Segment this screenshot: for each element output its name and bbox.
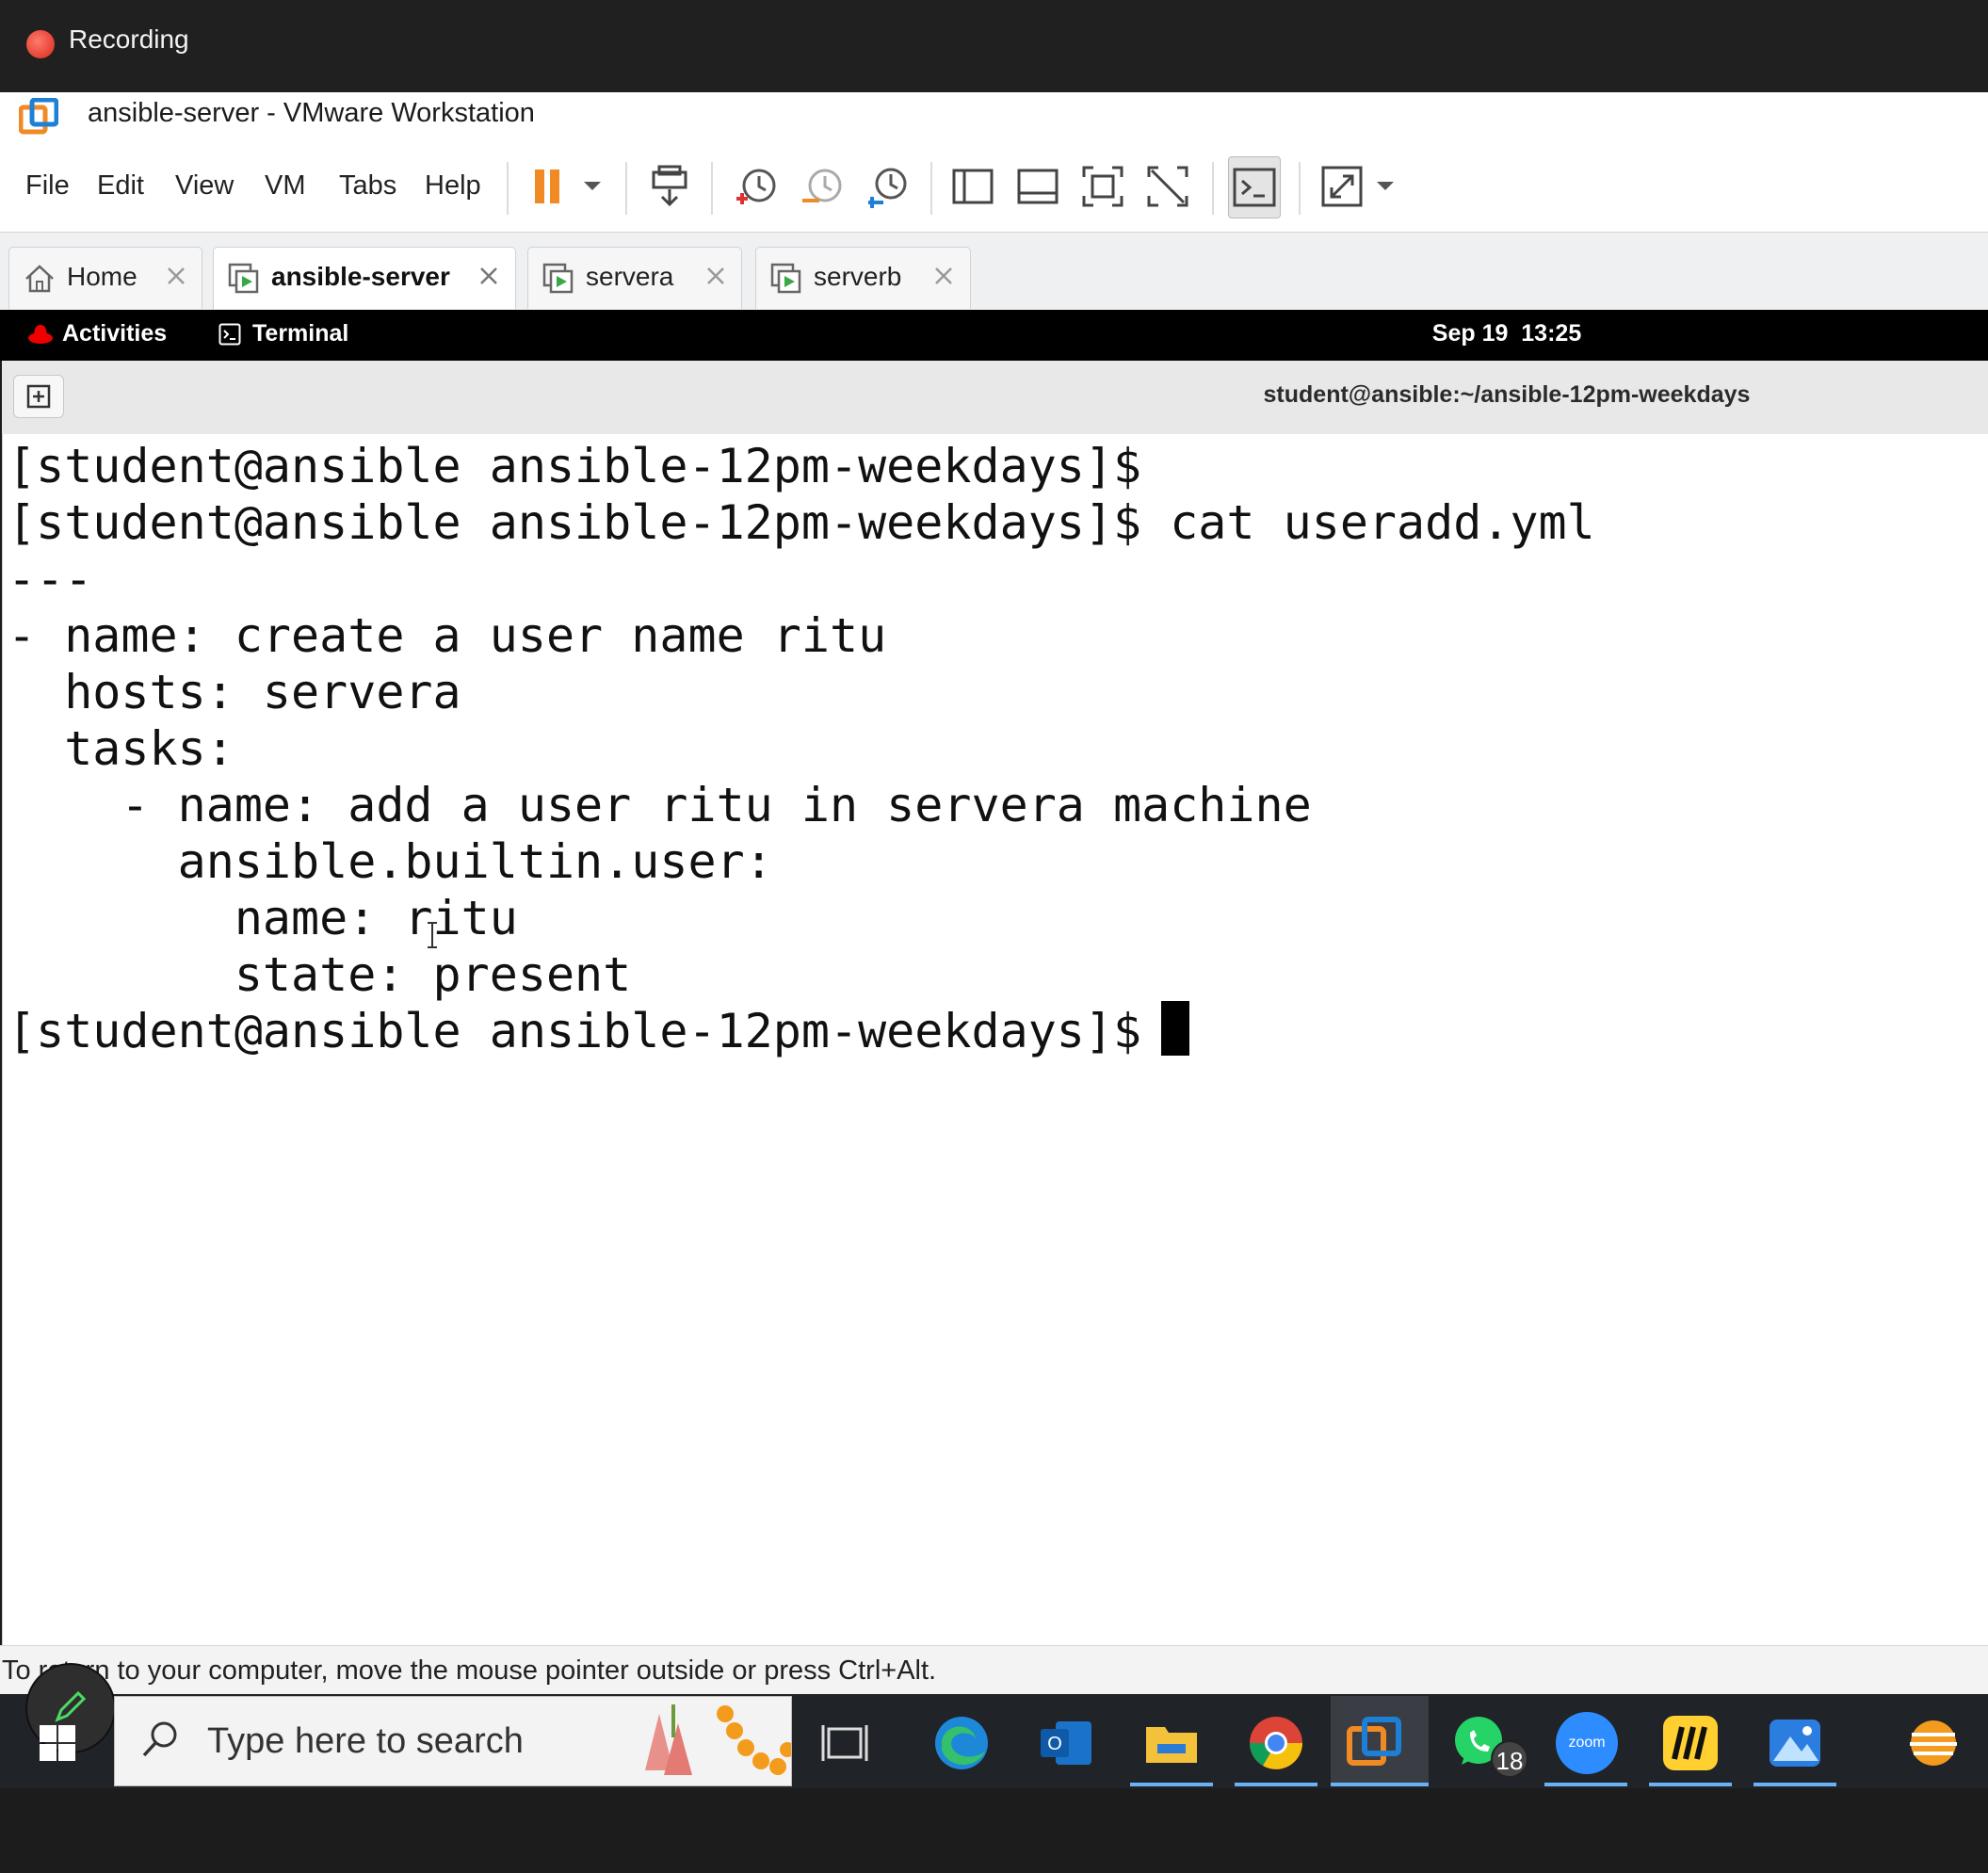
outlook-icon[interactable]: O	[1035, 1712, 1097, 1774]
show-library-icon[interactable]	[949, 163, 996, 210]
zoom-icon[interactable]: zoom	[1556, 1712, 1618, 1774]
notification-badge: 18	[1491, 1740, 1528, 1778]
close-icon[interactable]	[930, 263, 957, 289]
pause-icon[interactable]	[527, 163, 574, 210]
chrome-icon[interactable]	[1245, 1712, 1307, 1774]
terminal-cursor	[1161, 1001, 1189, 1056]
tab-label: ansible-server	[271, 262, 450, 291]
search-highlight-flowers-icon	[645, 1704, 791, 1775]
tab-label: servera	[586, 262, 674, 291]
windows-start-icon[interactable]	[38, 1723, 77, 1763]
menu-vm[interactable]: VM	[265, 170, 306, 202]
tab-servera[interactable]: servera	[527, 247, 742, 309]
running-indicator	[1649, 1783, 1732, 1786]
file-explorer-icon[interactable]	[1140, 1712, 1203, 1774]
vm-running-icon	[770, 263, 801, 294]
vmware-logo-icon	[19, 98, 58, 135]
activities-button[interactable]: Activities	[62, 320, 167, 347]
snapshot-take-icon[interactable]	[733, 163, 780, 210]
chevron-down-icon[interactable]	[1373, 177, 1398, 196]
menu-edit[interactable]: Edit	[97, 170, 144, 202]
redhat-icon	[28, 325, 53, 344]
tab-ansible-server[interactable]: ansible-server	[213, 247, 516, 309]
running-indicator	[1754, 1783, 1836, 1786]
full-screen-icon[interactable]	[1079, 163, 1126, 210]
tab-label: Home	[67, 262, 137, 291]
close-icon[interactable]	[163, 263, 189, 289]
miro-icon[interactable]	[1659, 1712, 1721, 1774]
home-icon	[25, 265, 54, 293]
search-placeholder: Type here to search	[207, 1721, 524, 1761]
svg-text:O: O	[1047, 1734, 1062, 1754]
recording-bar	[0, 0, 1988, 92]
menu-help[interactable]: Help	[425, 170, 481, 202]
vm-running-icon	[228, 263, 259, 294]
recording-label: Recording	[69, 24, 189, 54]
chevron-down-icon[interactable]	[580, 177, 605, 196]
new-tab-icon	[26, 384, 51, 409]
snapshot-manager-icon[interactable]	[865, 163, 912, 210]
toolbar-divider	[507, 162, 509, 215]
new-tab-button[interactable]	[13, 375, 64, 418]
photos-icon[interactable]	[1764, 1712, 1826, 1774]
toolbar-divider	[1212, 162, 1214, 215]
running-indicator	[1544, 1783, 1627, 1786]
menu-tabs[interactable]: Tabs	[339, 170, 396, 202]
status-hint: To return to your computer, move the mou…	[2, 1655, 937, 1686]
close-icon[interactable]	[703, 263, 729, 289]
tab-serverb[interactable]: serverb	[755, 247, 971, 309]
search-icon	[142, 1721, 177, 1757]
menu-view[interactable]: View	[175, 170, 234, 202]
unity-icon[interactable]	[1144, 163, 1191, 210]
toolbar-divider	[930, 162, 932, 215]
tab-label: serverb	[814, 262, 902, 291]
tab-home[interactable]: Home	[8, 247, 202, 309]
toolbar-divider	[625, 162, 627, 215]
ibeam-cursor-icon	[428, 922, 437, 948]
show-thumbnail-bar-icon[interactable]	[1014, 163, 1061, 210]
toolbar-divider	[1299, 162, 1301, 215]
app-menu-terminal[interactable]: Terminal	[252, 320, 348, 347]
stretch-guest-icon[interactable]	[1318, 163, 1366, 210]
vmware-workstation-icon[interactable]	[1344, 1712, 1406, 1774]
screen-border	[0, 1788, 1988, 1873]
running-indicator	[1331, 1783, 1429, 1786]
pencil-icon	[55, 1690, 87, 1722]
send-ctrl-alt-del-icon[interactable]	[646, 163, 693, 210]
task-view-icon[interactable]	[817, 1712, 880, 1774]
clock[interactable]: Sep 19 13:25	[1413, 320, 1601, 347]
toolbar-divider	[711, 162, 713, 215]
close-icon[interactable]	[476, 263, 502, 289]
terminal-output: [student@ansible ansible-12pm-weekdays]$…	[8, 439, 1595, 1058]
edge-browser-icon[interactable]	[930, 1712, 993, 1774]
snapshot-revert-icon[interactable]	[799, 163, 846, 210]
recording-dot-icon	[26, 30, 55, 58]
weather-icon[interactable]	[1902, 1712, 1964, 1774]
running-indicator	[1130, 1783, 1213, 1786]
vm-running-icon	[542, 263, 574, 294]
terminal-title: student@ansible:~/ansible-12pm-weekdays	[1263, 381, 1751, 408]
console-view-icon[interactable]	[1231, 164, 1278, 211]
menu-file[interactable]: File	[25, 170, 70, 202]
terminal-icon	[218, 323, 241, 346]
running-indicator	[1235, 1783, 1317, 1786]
window-title: ansible-server - VMware Workstation	[88, 98, 535, 128]
